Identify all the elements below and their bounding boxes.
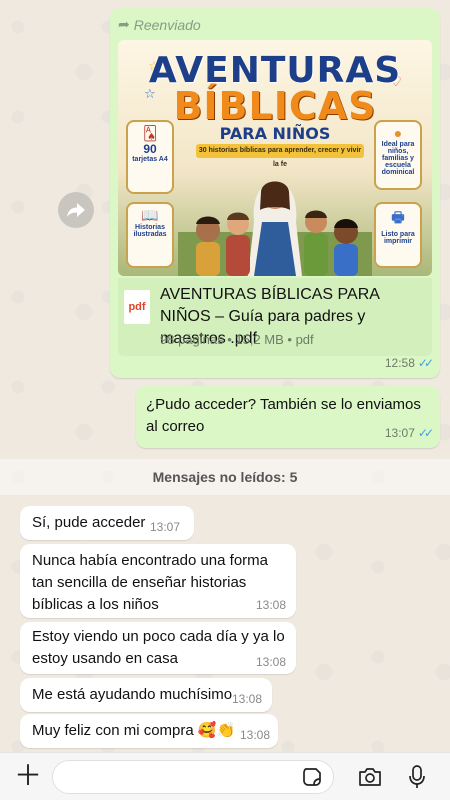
- message-text: Me está ayudando muchísimo: [32, 686, 233, 703]
- cards-icon: 🂡: [142, 125, 158, 141]
- cover-illustration: [178, 181, 372, 276]
- sticker-icon[interactable]: [302, 767, 322, 787]
- message-time: 13:08: [256, 598, 287, 612]
- plus-icon[interactable]: ＋: [14, 762, 42, 790]
- message-text: Nunca había encontrado una forma tan sen…: [32, 552, 268, 613]
- book-icon: 📖: [141, 207, 159, 223]
- incoming-message[interactable]: Sí, pude acceder 13:07: [20, 506, 194, 540]
- message-time: 13:07 ✓✓: [384, 426, 434, 440]
- pdf-attachment[interactable]: pdf AVENTURAS BÍBLICAS PARA NIÑOS – Guía…: [118, 278, 432, 356]
- pdf-file-icon: pdf: [124, 290, 150, 324]
- camera-icon[interactable]: [358, 767, 382, 787]
- message-time: 13:08: [232, 692, 263, 706]
- read-ticks-icon: ✓✓: [417, 356, 434, 370]
- forward-arrow-icon: [67, 203, 85, 217]
- incoming-message[interactable]: Me está ayudando muchísimo 13:08: [20, 678, 272, 712]
- badge-cards-label: tarjetas A4: [132, 156, 168, 163]
- badge-print: 🖶 Listo para imprimir: [374, 202, 422, 268]
- message-text: Sí, pude acceder: [32, 514, 146, 531]
- incoming-message[interactable]: Estoy viendo un poco cada día y ya lo es…: [20, 622, 296, 674]
- printer-icon: 🖶: [391, 209, 405, 225]
- message-time-text: 12:58: [384, 356, 415, 370]
- incoming-message[interactable]: Muy feliz con mi compra 🥰👏 13:08: [20, 714, 278, 748]
- message-time: 13:08: [256, 655, 287, 669]
- cover-ribbon: 30 historias bíblicas para aprender, cre…: [196, 144, 364, 168]
- forwarded-label: Reenviado: [133, 16, 201, 33]
- pdf-cover-image[interactable]: ☆ ☆ ♡ AVENTURAS BÍBLICAS PARA NIÑOS 30 h…: [118, 40, 432, 276]
- family-icon: ●: [393, 125, 403, 141]
- message-input[interactable]: [52, 760, 334, 794]
- forwarded-arrow-icon: ➦: [118, 16, 130, 32]
- read-ticks-icon: ✓✓: [417, 426, 434, 440]
- message-text: Muy feliz con mi compra 🥰👏: [32, 722, 236, 739]
- forward-button[interactable]: [58, 192, 94, 228]
- badge-ideal-label: Ideal para niños, familias y escuela dom…: [381, 141, 415, 176]
- message-time: 12:58 ✓✓: [384, 356, 434, 370]
- microphone-icon[interactable]: [408, 765, 426, 789]
- forwarded-pdf-message[interactable]: ➦ Reenviado ☆ ☆ ♡ AVENTURAS BÍBLICAS PAR…: [110, 8, 440, 378]
- message-time-text: 13:07: [384, 426, 415, 440]
- badge-stories-label: Historias ilustradas: [133, 224, 167, 238]
- message-time: 13:07: [150, 520, 181, 534]
- outgoing-message[interactable]: ¿Pudo acceder? También se lo enviamos al…: [136, 386, 440, 448]
- message-text: Estoy viendo un poco cada día y ya lo es…: [32, 628, 285, 667]
- badge-stories: 📖 Historias ilustradas: [126, 202, 174, 268]
- message-composer: ＋: [0, 752, 450, 800]
- badge-cards: 🂡 90 tarjetas A4: [126, 120, 174, 194]
- badge-ideal: ● Ideal para niños, familias y escuela d…: [374, 120, 422, 190]
- badge-print-label: Listo para imprimir: [381, 231, 415, 245]
- unread-messages-divider: Mensajes no leídos: 5: [0, 459, 450, 495]
- badge-cards-number: 90: [143, 142, 157, 156]
- forwarded-indicator: ➦ Reenviado: [118, 16, 201, 33]
- message-time: 13:08: [240, 728, 271, 742]
- incoming-message[interactable]: Nunca había encontrado una forma tan sen…: [20, 544, 296, 618]
- pdf-file-meta: 98 páginas • 15,2 MB • pdf: [160, 332, 314, 347]
